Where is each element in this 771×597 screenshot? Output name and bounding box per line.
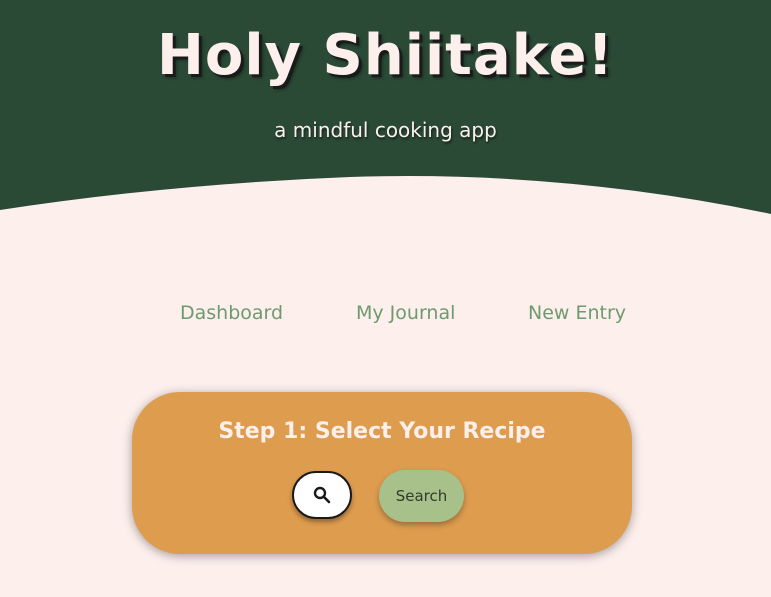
app-title: Holy Shiitake!: [157, 23, 614, 88]
nav-link-my-journal[interactable]: My Journal: [356, 298, 455, 328]
select-recipe-card: Step 1: Select Your Recipe Search: [132, 392, 632, 554]
search-icon: [313, 486, 331, 504]
main-nav: Dashboard My Journal New Entry: [0, 298, 771, 328]
app-subtitle: a mindful cooking app: [274, 118, 497, 142]
nav-link-new-entry[interactable]: New Entry: [528, 298, 626, 328]
nav-link-dashboard[interactable]: Dashboard: [180, 298, 283, 328]
app-header: Holy Shiitake! a mindful cooking app: [0, 0, 771, 215]
recipe-search-input[interactable]: [292, 471, 352, 519]
search-button[interactable]: Search: [379, 470, 464, 522]
card-title: Step 1: Select Your Recipe: [218, 419, 546, 444]
page: Holy Shiitake! a mindful cooking app Das…: [0, 0, 771, 597]
